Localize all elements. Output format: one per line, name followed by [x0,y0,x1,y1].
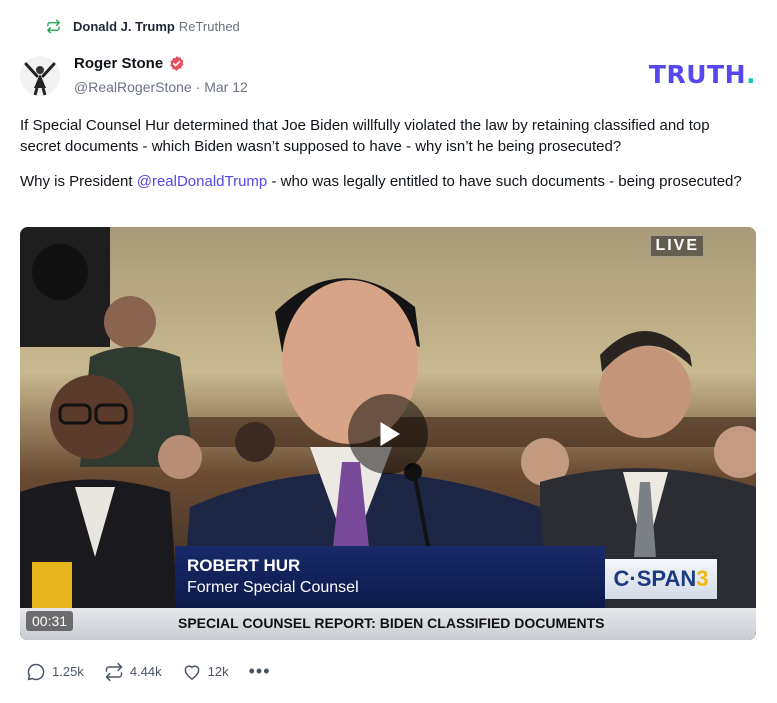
like-count: 12k [207,664,229,679]
retruth-user[interactable]: Donald J. Trump [73,19,175,34]
retruth-action-label: ReTruthed [178,19,240,34]
post-paragraph-1: If Special Counsel Hur determined that J… [20,117,710,155]
heart-icon [184,664,200,680]
lower-third-banner: ROBERT HUR Former Special Counsel [175,546,605,608]
mention-link[interactable]: @realDonaldTrump [137,173,268,190]
author-handle[interactable]: @RealRogerStone [74,79,192,95]
lower-third-title: Former Special Counsel [187,579,359,596]
post-paragraph-2: Why is President @realDonaldTrump - who … [20,171,742,192]
post-date[interactable]: Mar 12 [204,79,248,95]
play-icon [380,422,400,446]
ticker-text: SPECIAL COUNSEL REPORT: BIDEN CLASSIFIED… [178,615,605,631]
news-ticker: SPECIAL COUNSEL REPORT: BIDEN CLASSIFIED… [20,608,756,640]
like-button[interactable]: 12k [182,662,229,682]
author-avatar[interactable] [20,56,60,96]
author-name-row: Roger Stone [74,55,185,72]
truth-logo[interactable]: TRUTH. [649,60,756,89]
author-name[interactable]: Roger Stone [74,55,163,72]
retruth-icon [47,19,60,34]
reply-icon [27,663,45,680]
retruth-button[interactable]: 4.44k [104,662,162,682]
retruth-action-icon [105,662,123,681]
post-actions: 1.25k 4.44k 12k ••• [26,661,271,682]
post-paragraph-2-end: - who was legally entitled to have such … [267,173,742,190]
post-paragraph-2-start: Why is President [20,173,137,190]
network-logo-name: C·SPAN [613,566,697,591]
author-meta: @RealRogerStone · Mar 12 [74,79,248,95]
more-options-icon[interactable]: ••• [249,661,271,682]
play-button[interactable] [348,394,428,474]
video-duration: 00:31 [26,611,74,631]
meta-separator: · [195,79,201,95]
lower-third-name: ROBERT HUR [187,556,301,575]
video-player[interactable]: LIVE ROBERT HUR Former Special Counsel C… [20,227,756,640]
network-logo: C·SPAN 3 [605,559,717,599]
truth-logo-text: TRUTH [648,60,746,89]
reply-count: 1.25k [52,664,84,679]
network-logo-number: 3 [696,566,709,591]
live-badge: LIVE [650,235,704,257]
reply-button[interactable]: 1.25k [26,662,84,682]
verified-badge-icon [170,56,184,71]
retruth-header: Donald J. Trump ReTruthed [46,19,240,34]
truth-logo-dot: . [746,60,756,89]
retruth-count: 4.44k [129,664,162,679]
